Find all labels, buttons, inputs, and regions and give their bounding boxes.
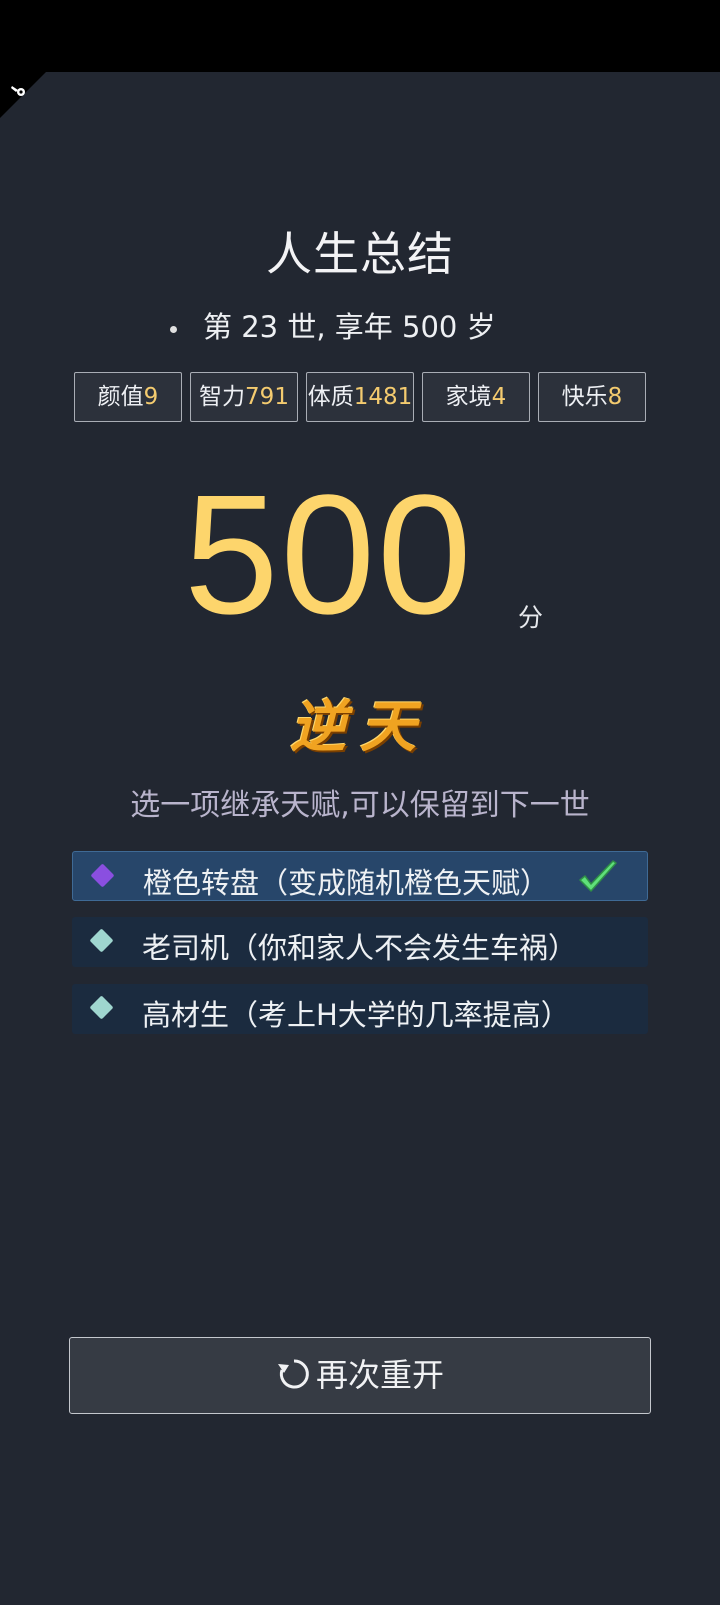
restart-button[interactable]: 再次重开 xyxy=(69,1337,651,1414)
stat-label: 体质 xyxy=(307,384,354,410)
stat-label: 颜值 xyxy=(97,384,144,410)
purple-diamond-icon xyxy=(90,863,115,888)
score-unit: 分 xyxy=(518,603,544,632)
score-value: 500 xyxy=(184,460,474,650)
inherit-prompt: 选一项继承天赋,可以保留到下一世 xyxy=(130,788,590,823)
stat-value: 8 xyxy=(607,384,623,410)
stat-intelligence: 智力791 xyxy=(190,372,298,422)
stat-happiness: 快乐8 xyxy=(538,372,646,422)
stat-value: 1481 xyxy=(353,384,413,410)
stat-appearance: 颜值9 xyxy=(74,372,182,422)
talent-option-1[interactable]: 橙色转盘（变成随机橙色天赋） xyxy=(72,851,648,901)
stat-value: 4 xyxy=(491,384,507,410)
stats-row: 颜值9 智力791 体质1481 家境4 快乐8 xyxy=(74,372,652,424)
age-text: 第 23 世, 享年 500 岁 xyxy=(203,310,496,344)
stat-family: 家境4 xyxy=(422,372,530,422)
teal-diamond-icon xyxy=(89,928,114,953)
rank-title: 逆天 xyxy=(290,694,430,760)
stat-label: 快乐 xyxy=(561,384,608,410)
talent-option-3[interactable]: 高材生（考上H大学的几率提高） xyxy=(72,984,648,1034)
teal-diamond-icon xyxy=(89,995,114,1020)
status-bar xyxy=(0,0,720,72)
stat-physique: 体质1481 xyxy=(306,372,414,422)
talent-label: 老司机（你和家人不会发生车祸） xyxy=(142,931,578,965)
refresh-icon xyxy=(277,1359,309,1389)
bullet-icon xyxy=(170,325,177,333)
restart-label: 再次重开 xyxy=(315,1356,444,1394)
stat-value: 9 xyxy=(143,384,159,410)
checkmark-icon xyxy=(579,860,617,892)
age-line: 第 23 世, 享年 500 岁 xyxy=(170,304,496,346)
wrench-icon[interactable] xyxy=(8,80,30,102)
stat-value: 791 xyxy=(245,384,289,410)
talent-option-2[interactable]: 老司机（你和家人不会发生车祸） xyxy=(72,917,648,967)
page-title: 人生总结 xyxy=(266,227,454,281)
talent-label: 高材生（考上H大学的几率提高） xyxy=(142,998,570,1032)
stat-label: 家境 xyxy=(445,384,492,410)
talent-label: 橙色转盘（变成随机橙色天赋） xyxy=(143,866,550,900)
stat-label: 智力 xyxy=(199,384,246,410)
